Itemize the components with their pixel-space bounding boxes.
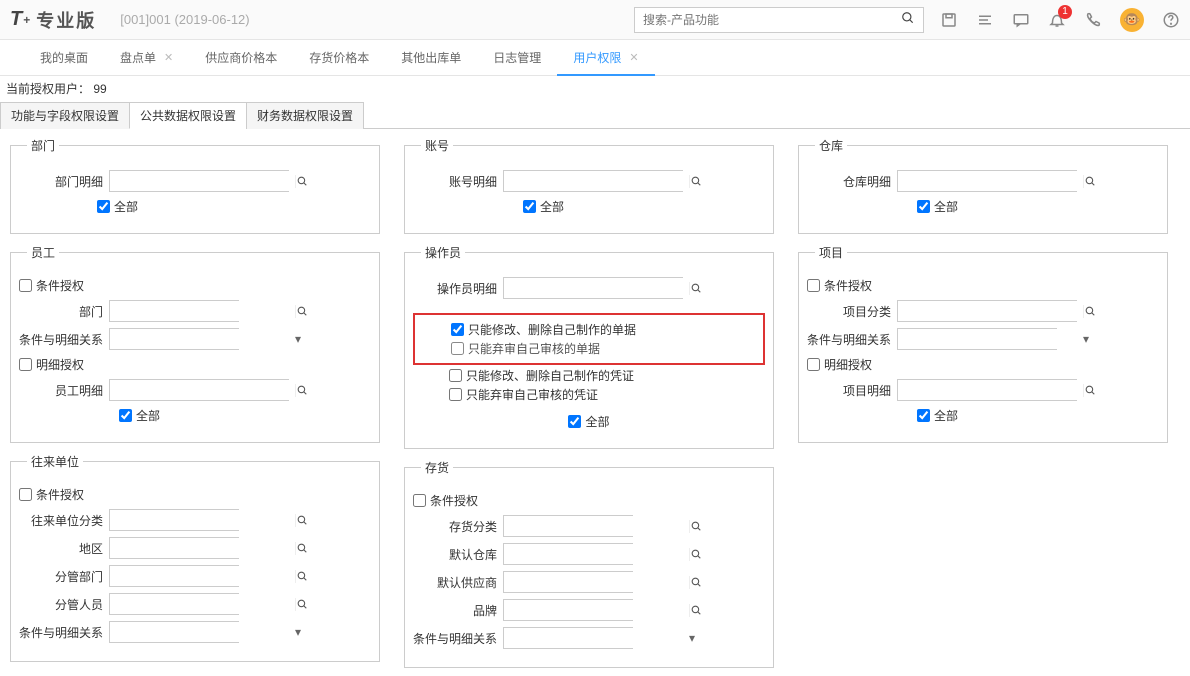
lookup-icon[interactable]	[295, 514, 309, 527]
def-supplier-lookup[interactable]	[503, 571, 633, 593]
company-info: [001]001 (2019-06-12)	[120, 12, 249, 27]
save-icon[interactable]	[940, 11, 958, 29]
lookup-icon[interactable]	[1083, 384, 1097, 397]
inv-cond-auth-checkbox[interactable]: 条件授权	[413, 492, 478, 509]
avatar-icon[interactable]: 🐵	[1120, 8, 1144, 32]
lookup-icon[interactable]	[689, 175, 703, 188]
notification-badge: 1	[1058, 5, 1072, 19]
partner-cat-lookup[interactable]	[109, 509, 239, 531]
tab-other-out[interactable]: 其他出库单	[385, 40, 477, 75]
resp-person-lookup[interactable]	[109, 593, 239, 615]
chevron-down-icon[interactable]: ▾	[689, 631, 695, 645]
lookup-icon[interactable]	[295, 570, 309, 583]
proj-cond-auth-checkbox[interactable]: 条件授权	[807, 277, 872, 294]
op-only-own-doc-checkbox[interactable]: 只能修改、删除自己制作的单据	[451, 321, 636, 338]
lookup-icon[interactable]	[689, 282, 703, 295]
tab-stock-price[interactable]: 存货价格本	[293, 40, 385, 75]
emp-detail-auth-checkbox[interactable]: 明细授权	[19, 356, 84, 373]
def-wh-lookup[interactable]	[503, 543, 633, 565]
inv-cond-rel-select[interactable]: ▾	[503, 627, 633, 649]
phone-icon[interactable]	[1084, 11, 1102, 29]
search-box[interactable]	[634, 7, 924, 33]
lookup-icon[interactable]	[689, 548, 703, 561]
operator-detail-lookup[interactable]	[503, 277, 683, 299]
account-detail-lookup[interactable]	[503, 170, 683, 192]
emp-detail-lookup[interactable]	[109, 379, 289, 401]
emp-dept-input[interactable]	[110, 301, 295, 321]
lookup-icon[interactable]	[295, 175, 309, 188]
proj-cond-rel-select[interactable]: ▾	[897, 328, 1057, 350]
search-icon[interactable]	[893, 11, 923, 28]
emp-all-checkbox[interactable]: 全部	[119, 407, 160, 424]
brand-lookup[interactable]	[503, 599, 633, 621]
group-employee: 员工 条件授权 部门 条件与明细关系 ▾ 明细授权 员工明细 全部	[10, 244, 380, 443]
list-icon[interactable]	[976, 11, 994, 29]
group-warehouse: 仓库 仓库明细 全部	[798, 137, 1168, 234]
emp-detail-input[interactable]	[110, 380, 295, 400]
tab-log[interactable]: 日志管理	[477, 40, 557, 75]
lookup-icon[interactable]	[295, 598, 309, 611]
message-icon[interactable]	[1012, 11, 1030, 29]
subtab-public-data[interactable]: 公共数据权限设置	[129, 102, 247, 129]
close-icon[interactable]: ✕	[164, 51, 173, 64]
current-auth-user: 当前授权用户： 99	[0, 76, 1190, 101]
lookup-icon[interactable]	[295, 542, 309, 555]
subtab-finance-data[interactable]: 财务数据权限设置	[246, 102, 364, 129]
group-account: 账号 账号明细 全部	[404, 137, 774, 234]
lookup-icon[interactable]	[689, 520, 703, 533]
lookup-icon[interactable]	[295, 305, 309, 318]
tab-supplier-price[interactable]: 供应商价格本	[189, 40, 293, 75]
subtab-func-field[interactable]: 功能与字段权限设置	[0, 102, 130, 129]
emp-dept-lookup[interactable]	[109, 300, 239, 322]
tab-desktop[interactable]: 我的桌面	[24, 40, 104, 75]
lookup-icon[interactable]	[295, 384, 309, 397]
sub-tabs: 功能与字段权限设置 公共数据权限设置 财务数据权限设置	[0, 101, 1190, 129]
partner-cond-rel-select[interactable]: ▾	[109, 621, 239, 643]
group-inventory: 存货 条件授权 存货分类 默认仓库 默认供应商 品牌 条件与明细关系▾	[404, 459, 774, 668]
dept-detail-input[interactable]	[110, 171, 295, 191]
account-all-checkbox[interactable]: 全部	[523, 198, 564, 215]
operator-all-checkbox[interactable]: 全部	[568, 413, 609, 430]
proj-detail-auth-checkbox[interactable]: 明细授权	[807, 356, 872, 373]
group-department: 部门 部门明细 全部	[10, 137, 380, 234]
op-only-own-voucher-audit-checkbox[interactable]: 只能弃审自己审核的凭证	[449, 386, 598, 403]
op-only-own-voucher-checkbox[interactable]: 只能修改、删除自己制作的凭证	[449, 367, 634, 384]
partner-cond-auth-checkbox[interactable]: 条件授权	[19, 486, 84, 503]
main-tabs: 我的桌面 盘点单✕ 供应商价格本 存货价格本 其他出库单 日志管理 用户权限✕	[0, 40, 1190, 76]
lookup-icon[interactable]	[1083, 175, 1097, 188]
proj-all-checkbox[interactable]: 全部	[917, 407, 958, 424]
dept-all-checkbox[interactable]: 全部	[97, 198, 138, 215]
close-icon[interactable]: ✕	[629, 51, 638, 64]
wh-all-checkbox[interactable]: 全部	[917, 198, 958, 215]
proj-detail-lookup[interactable]	[897, 379, 1077, 401]
group-project: 项目 条件授权 项目分类 条件与明细关系▾ 明细授权 项目明细 全部	[798, 244, 1168, 443]
highlight-box: 只能修改、删除自己制作的单据 只能弃审自己审核的单据	[413, 313, 765, 365]
group-partner: 往来单位 条件授权 往来单位分类 地区 分管部门 分管人员 条件与明细关系▾	[10, 453, 380, 662]
emp-cond-rel-select[interactable]: ▾	[109, 328, 239, 350]
proj-cat-lookup[interactable]	[897, 300, 1077, 322]
chevron-down-icon[interactable]: ▾	[1083, 332, 1089, 346]
app-logo: T+ 专业版	[10, 7, 96, 33]
group-operator: 操作员 操作员明细 只能修改、删除自己制作的单据 只能弃审自己审核的单据 只能修…	[404, 244, 774, 449]
wh-detail-lookup[interactable]	[897, 170, 1077, 192]
bell-icon[interactable]: 1	[1048, 11, 1066, 29]
dept-detail-lookup[interactable]	[109, 170, 289, 192]
lookup-icon[interactable]	[1083, 305, 1097, 318]
region-lookup[interactable]	[109, 537, 239, 559]
chevron-down-icon[interactable]: ▾	[295, 332, 301, 346]
op-only-own-audit-checkbox[interactable]: 只能弃审自己审核的单据	[451, 340, 600, 357]
lookup-icon[interactable]	[689, 604, 703, 617]
resp-dept-lookup[interactable]	[109, 565, 239, 587]
search-input[interactable]	[635, 13, 893, 27]
tab-user-perm[interactable]: 用户权限✕	[557, 40, 654, 75]
help-icon[interactable]	[1162, 11, 1180, 29]
chevron-down-icon[interactable]: ▾	[295, 625, 301, 639]
lookup-icon[interactable]	[689, 576, 703, 589]
emp-cond-auth-checkbox[interactable]: 条件授权	[19, 277, 84, 294]
inv-cat-lookup[interactable]	[503, 515, 633, 537]
tab-inventory-check[interactable]: 盘点单✕	[104, 40, 189, 75]
